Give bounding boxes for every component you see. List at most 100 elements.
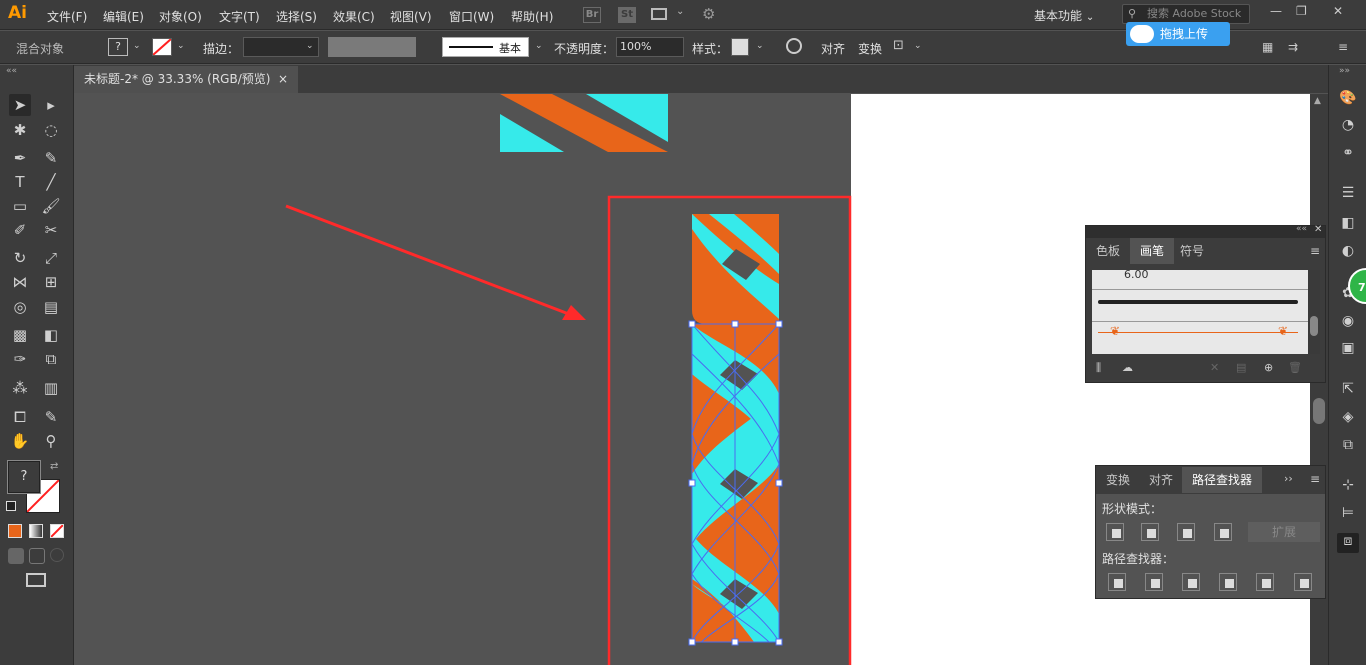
- align-button[interactable]: 对齐: [821, 40, 845, 57]
- layers-icon[interactable]: ◈: [1337, 409, 1359, 429]
- draw-inside-icon[interactable]: [50, 548, 64, 562]
- panel-menu-icon[interactable]: ≡: [1310, 472, 1320, 486]
- opacity-input[interactable]: 100%: [616, 37, 684, 57]
- blend-tool-icon[interactable]: ⧉: [40, 348, 62, 370]
- screen-mode-icon[interactable]: [26, 573, 46, 587]
- transform-icon[interactable]: ⊹: [1337, 477, 1359, 497]
- stock-button[interactable]: St: [618, 7, 636, 23]
- brush-definition[interactable]: 基本: [442, 37, 529, 57]
- document-tab[interactable]: 未标题-2* @ 33.33% (RGB/预览) ×: [74, 66, 298, 93]
- menu-window[interactable]: 窗口(W): [449, 8, 494, 25]
- reference-art[interactable]: [500, 94, 668, 152]
- brush-list-scrollbar[interactable]: [1308, 270, 1320, 354]
- workspace-switcher[interactable]: 基本功能 ⌄: [1034, 7, 1094, 24]
- curvature-tool-icon[interactable]: ✎: [40, 147, 62, 169]
- menu-view[interactable]: 视图(V): [390, 8, 432, 25]
- bridge-button[interactable]: Br: [583, 7, 601, 23]
- menu-select[interactable]: 选择(S): [276, 8, 317, 25]
- paintbrush-tool-icon[interactable]: 🖌: [40, 195, 62, 217]
- menu-edit[interactable]: 编辑(E): [103, 8, 144, 25]
- pen-tool-icon[interactable]: ✒: [9, 147, 31, 169]
- gradient-mode-button[interactable]: [29, 524, 43, 538]
- menu-effect[interactable]: 效果(C): [333, 8, 375, 25]
- chevron-down-icon[interactable]: ⌄: [914, 41, 922, 51]
- graphic-style-swatch[interactable]: [731, 38, 749, 56]
- close-icon[interactable]: ✕: [1314, 224, 1322, 235]
- restore-icon[interactable]: ❐: [1296, 4, 1307, 18]
- symbol-sprayer-tool-icon[interactable]: ⁂: [9, 377, 31, 399]
- unite-button[interactable]: [1106, 523, 1124, 541]
- exclude-button[interactable]: [1214, 523, 1232, 541]
- menu-object[interactable]: 对象(O): [159, 8, 202, 25]
- close-tab-icon[interactable]: ×: [278, 66, 288, 93]
- stock-search-input[interactable]: ⚲ 搜索 Adobe Stock: [1122, 4, 1250, 24]
- minimize-icon[interactable]: —: [1270, 4, 1282, 18]
- width-tool-icon[interactable]: ⋈: [9, 271, 31, 293]
- isolate-icon[interactable]: ⊡: [893, 38, 904, 53]
- draw-behind-icon[interactable]: [29, 548, 45, 564]
- gpu-performance-icon[interactable]: ⚙: [702, 5, 715, 23]
- tab-align[interactable]: 对齐: [1139, 467, 1183, 493]
- magic-wand-tool-icon[interactable]: ✱: [9, 119, 31, 141]
- recolor-artwork-icon[interactable]: [786, 38, 802, 54]
- pathfinder-icon[interactable]: ⧈: [1337, 533, 1359, 553]
- free-transform-tool-icon[interactable]: ⊞: [40, 271, 62, 293]
- slice-tool-icon[interactable]: ✎: [40, 406, 62, 428]
- stroke-icon[interactable]: ☰: [1337, 185, 1359, 205]
- zoom-tool-icon[interactable]: ⚲: [40, 430, 62, 452]
- direct-selection-tool-icon[interactable]: ▸: [40, 94, 62, 116]
- rectangle-tool-icon[interactable]: ▭: [9, 195, 31, 217]
- lasso-tool-icon[interactable]: ◌: [40, 119, 62, 141]
- collapse-icon[interactable]: ««: [1296, 224, 1307, 234]
- none-mode-button[interactable]: [50, 524, 64, 538]
- twist-tile[interactable]: [692, 214, 779, 324]
- chevron-down-icon[interactable]: ⌄: [676, 6, 684, 17]
- graphic-styles-icon[interactable]: ▣: [1337, 340, 1359, 360]
- gradient-tool-icon[interactable]: ◧: [40, 324, 62, 346]
- fill-swatch[interactable]: ?: [7, 460, 41, 494]
- crop-button[interactable]: [1219, 573, 1237, 591]
- tab-transform[interactable]: 变换: [1096, 467, 1140, 493]
- color-icon[interactable]: 🎨: [1337, 90, 1359, 110]
- minus-back-button[interactable]: [1294, 573, 1312, 591]
- gradient-icon[interactable]: ◧: [1337, 215, 1359, 235]
- panel-menu-icon[interactable]: ≡: [1338, 40, 1348, 54]
- close-icon[interactable]: ✕: [1333, 4, 1343, 18]
- chevron-down-icon[interactable]: ⌄: [133, 41, 141, 51]
- more-tabs-icon[interactable]: ››: [1284, 472, 1293, 485]
- transform-button[interactable]: 变换: [858, 40, 882, 57]
- scroll-thumb[interactable]: [1313, 398, 1325, 424]
- tab-symbols[interactable]: 符号: [1170, 238, 1214, 264]
- panel-menu-icon[interactable]: ≡: [1310, 244, 1320, 258]
- artboard-tool-icon[interactable]: ⧠: [9, 406, 31, 428]
- hand-tool-icon[interactable]: ✋: [9, 430, 31, 452]
- chevron-down-icon[interactable]: ⌄: [535, 41, 543, 51]
- fill-swatch[interactable]: ?: [108, 38, 128, 56]
- appearance-icon[interactable]: ◉: [1337, 313, 1359, 333]
- brush-libraries-icon[interactable]: ⫼: [1096, 361, 1101, 375]
- swap-fill-stroke-icon[interactable]: ⇄: [50, 461, 58, 472]
- scroll-thumb[interactable]: [1310, 316, 1318, 336]
- upload-button[interactable]: 拖拽上传: [1126, 22, 1230, 46]
- color-mode-button[interactable]: [8, 524, 22, 538]
- arrange-icon[interactable]: ▦: [1262, 40, 1273, 54]
- menu-file[interactable]: 文件(F): [47, 8, 87, 25]
- intersect-button[interactable]: [1177, 523, 1195, 541]
- chevron-down-icon[interactable]: ⌄: [177, 41, 185, 51]
- scroll-up-icon[interactable]: ▲: [1314, 96, 1321, 106]
- default-colors-icon[interactable]: [6, 501, 16, 511]
- trim-button[interactable]: [1145, 573, 1163, 591]
- type-tool-icon[interactable]: T: [9, 171, 31, 193]
- menu-help[interactable]: 帮助(H): [511, 8, 553, 25]
- line-tool-icon[interactable]: ╱: [40, 171, 62, 193]
- perspective-grid-tool-icon[interactable]: ▤: [40, 296, 62, 318]
- distribute-icon[interactable]: ⇉: [1288, 40, 1298, 54]
- stroke-swatch[interactable]: [152, 38, 172, 56]
- brush-list[interactable]: 6.00 ❦ ❦: [1092, 268, 1308, 354]
- divide-button[interactable]: [1108, 573, 1126, 591]
- tab-brushes[interactable]: 画笔: [1130, 238, 1175, 264]
- merge-button[interactable]: [1182, 573, 1200, 591]
- align-icon[interactable]: ⊨: [1337, 505, 1359, 525]
- chevron-down-icon[interactable]: ⌄: [756, 41, 764, 51]
- shape-builder-tool-icon[interactable]: ◎: [9, 296, 31, 318]
